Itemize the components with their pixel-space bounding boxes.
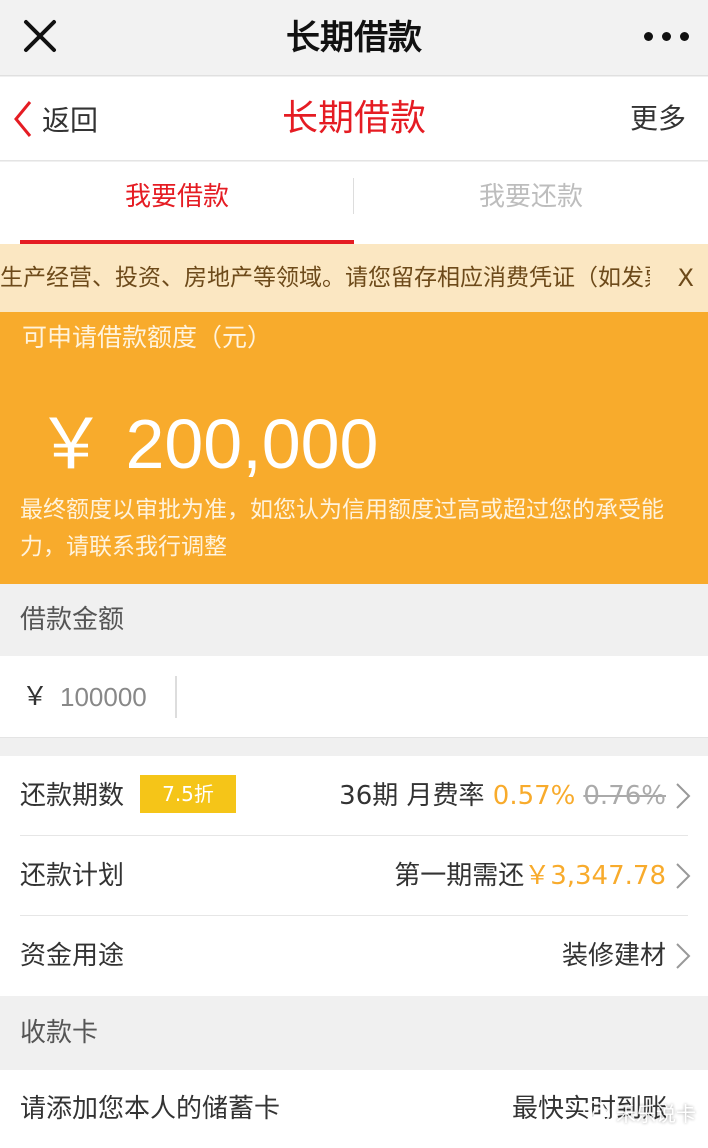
notice-close-button[interactable]: X <box>678 244 694 312</box>
watermark: 禾乐说卡 <box>582 1092 696 1132</box>
repayment-options: 还款期数 7.5折 36期 月费率 0.57% 0.76% 还款计划 第一期需还￥… <box>0 756 708 996</box>
chevron-right-icon <box>676 943 691 969</box>
periods-label: 还款期数 <box>20 781 125 811</box>
plan-value: 第一期需还￥3,347.78 <box>394 836 666 916</box>
monthly-rate: 0.57% <box>492 781 576 811</box>
periods-value: 36期 月费率 0.57% 0.76% <box>339 756 666 836</box>
quota-label: 可申请借款额度（元） <box>22 323 273 352</box>
notice-text: 生产经营、投资、房地产等领域。请您留存相应消费凭证（如发票 <box>0 265 650 291</box>
nav-bar: 返回 长期借款 更多 <box>0 77 708 161</box>
more-dots-icon[interactable] <box>642 22 692 50</box>
back-button[interactable]: 返回 <box>10 95 98 143</box>
fund-purpose-row[interactable]: 资金用途 装修建材 <box>0 916 708 996</box>
repayment-plan-row[interactable]: 还款计划 第一期需还￥3,347.78 <box>0 836 708 916</box>
chevron-right-icon <box>676 863 691 889</box>
quota-amount: ￥ 200,000 <box>36 405 379 483</box>
chevron-left-icon <box>14 101 32 137</box>
purpose-label: 资金用途 <box>20 941 125 971</box>
more-button[interactable]: 更多 <box>630 77 686 161</box>
quota-card: 可申请借款额度（元） ￥ 200,000 最终额度以审批为准，如您认为信用额度过… <box>0 312 708 584</box>
receiving-card-header: 收款卡 <box>0 996 708 1070</box>
currency-symbol: ￥ <box>22 682 49 712</box>
plan-prefix: 第一期需还 <box>394 861 525 891</box>
input-divider <box>175 676 177 718</box>
loan-amount-input[interactable] <box>60 674 172 720</box>
plan-label: 还款计划 <box>20 861 125 891</box>
periods-text: 36期 月费率 <box>339 781 485 811</box>
quota-note: 最终额度以审批为准，如您认为信用额度过高或超过您的承受能力，请联系我行调整 <box>20 497 664 560</box>
watermark-text: 禾乐说卡 <box>616 1101 696 1126</box>
loan-amount-row: ￥ <box>0 656 708 738</box>
back-label: 返回 <box>42 104 99 137</box>
tab-bar: 我要借款 我要还款 <box>0 162 708 244</box>
wechat-title: 长期借款 <box>286 18 422 58</box>
notice-banner: 生产经营、投资、房地产等领域。请您留存相应消费凭证（如发票 X <box>0 244 708 312</box>
discount-badge: 7.5折 <box>140 775 236 813</box>
repayment-periods-row[interactable]: 还款期数 7.5折 36期 月费率 0.57% 0.76% <box>0 756 708 836</box>
page-title: 长期借款 <box>281 98 426 139</box>
tab-repay[interactable]: 我要还款 <box>354 162 708 244</box>
add-card-label: 请添加您本人的储蓄卡 <box>20 1094 281 1124</box>
tab-borrow[interactable]: 我要借款 <box>0 162 354 244</box>
loan-amount-header: 借款金额 <box>0 584 708 656</box>
chevron-right-icon <box>676 783 691 809</box>
first-payment-amount: ￥3,347.78 <box>524 861 666 891</box>
original-rate: 0.76% <box>583 781 666 811</box>
purpose-value: 装修建材 <box>561 941 666 971</box>
wechat-title-bar: 长期借款 <box>0 0 708 76</box>
wechat-logo-icon <box>583 1101 610 1123</box>
tab-divider <box>353 178 354 214</box>
